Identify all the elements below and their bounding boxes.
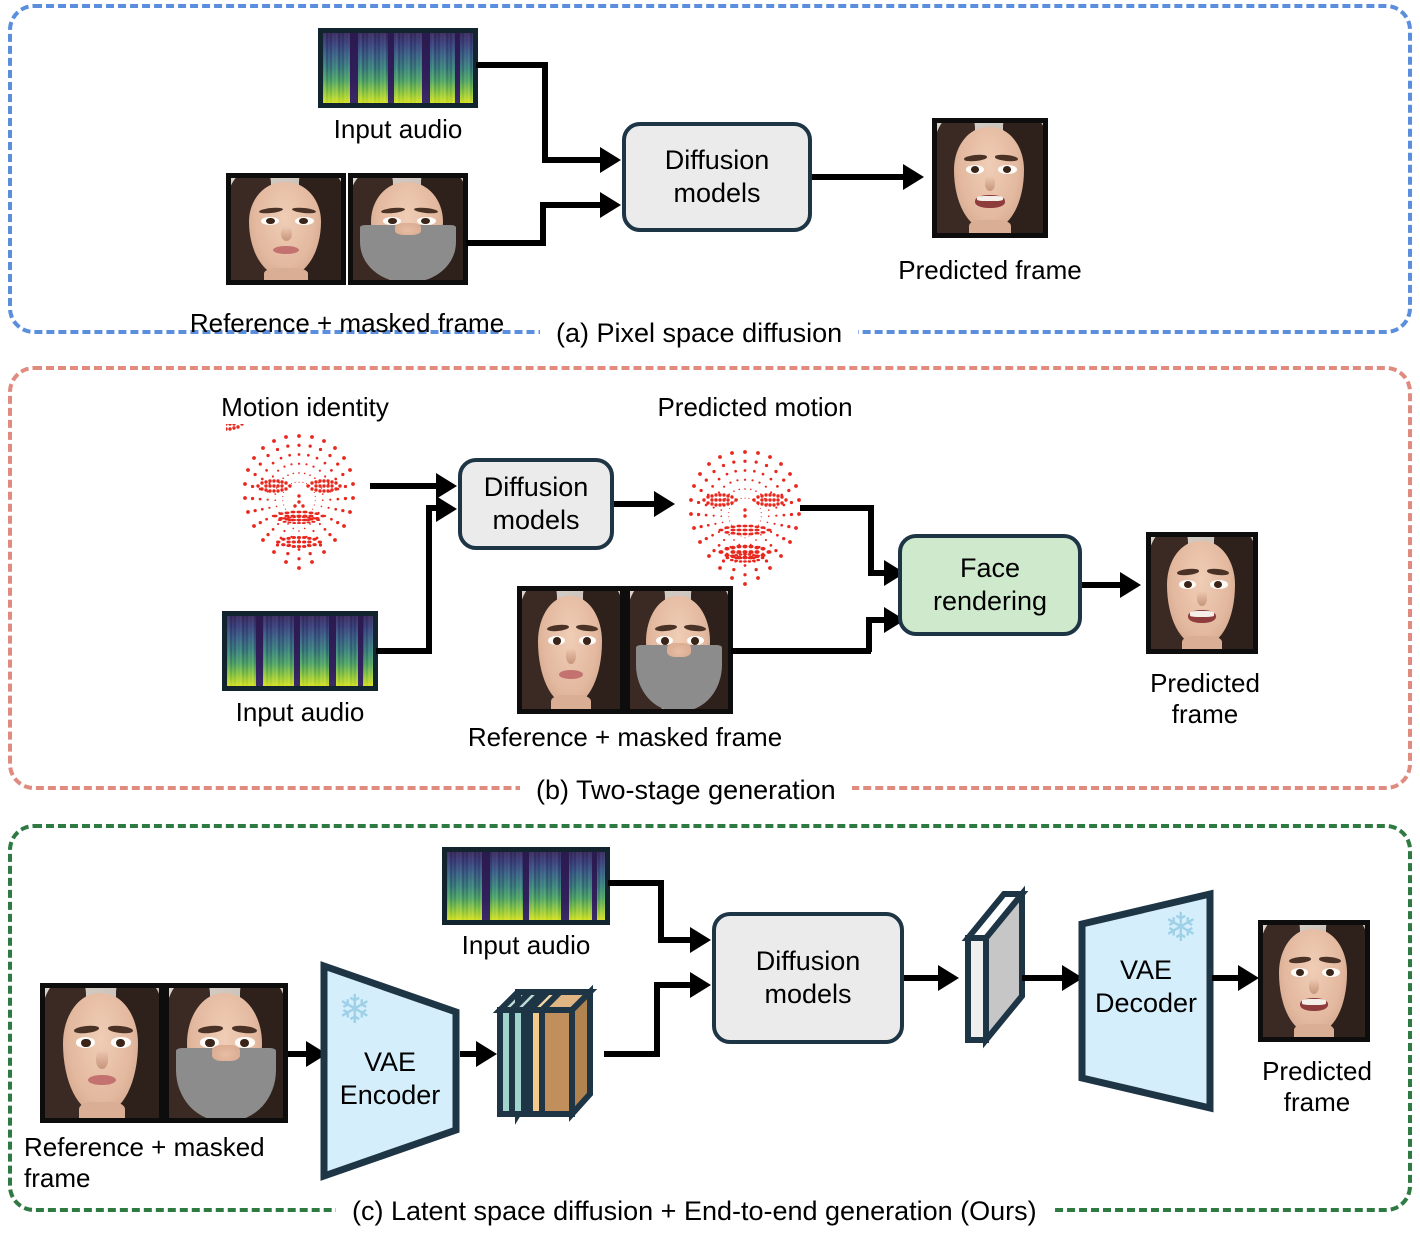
edge-audio-h-b <box>376 648 432 654</box>
predicted-frame-b <box>1146 532 1258 654</box>
predicted-frame-label-a: Predicted frame <box>898 255 1082 285</box>
face-rendering-box-b[interactable]: Face rendering <box>898 534 1082 636</box>
vae-encoder-label-c: VAE Encoder <box>339 1047 441 1110</box>
predicted-latent-slab-c <box>958 885 1058 1049</box>
masked-frame-c <box>164 983 288 1123</box>
predicted-frame-a <box>932 118 1048 238</box>
arrow-audio-to-diffusion-a <box>600 147 621 173</box>
reference-masked-label-b: Reference + masked frame <box>467 722 783 752</box>
edge-audio-v-a <box>542 62 548 160</box>
vae-decoder-c[interactable]: ❄ VAE Decoder <box>1078 889 1214 1113</box>
arrow-render-to-predicted-b <box>1120 572 1141 598</box>
input-audio-spectrogram-b <box>222 611 378 691</box>
diffusion-models-label-c: Diffusion models <box>755 946 861 1009</box>
arrow-frames-to-diffusion-a <box>600 192 621 218</box>
diffusion-models-label-b: Diffusion models <box>483 472 589 535</box>
edge-latent-v-c <box>654 985 660 1054</box>
edge-motion-to-diffusion-b <box>370 483 442 489</box>
diffusion-models-box-a[interactable]: Diffusion models <box>622 122 812 232</box>
input-audio-label-b: Input audio <box>235 697 365 727</box>
arrow-diffusion-to-predicted-a <box>903 164 924 190</box>
reference-masked-label-c: Reference + masked frame <box>24 1132 265 1193</box>
diffusion-models-box-c[interactable]: Diffusion models <box>712 912 904 1044</box>
diffusion-models-box-b[interactable]: Diffusion models <box>458 458 614 550</box>
arrow-audio-to-diffusion-c <box>690 927 711 953</box>
latent-feature-slabs-c <box>486 968 610 1134</box>
vae-decoder-label-c: VAE Decoder <box>1094 955 1198 1018</box>
figure-canvas: Input audio Reference + masked frame Dif… <box>0 0 1420 1240</box>
edge-audio-h2-a <box>542 157 608 163</box>
edge-frames-h-b <box>731 648 871 654</box>
edge-audio-v-b <box>426 508 432 651</box>
edge-motion-out-h-b <box>800 505 874 511</box>
reference-masked-label-a: Reference + masked frame <box>189 308 505 338</box>
vae-encoder-c[interactable]: ❄ VAE Encoder <box>320 961 460 1181</box>
edge-audio-h1-a <box>476 62 548 68</box>
predicted-motion-point-cloud-b <box>672 440 818 600</box>
edge-render-out-b <box>1082 582 1124 588</box>
edge-diffusion-out-b <box>614 501 658 507</box>
reference-frame-a <box>226 173 346 285</box>
input-audio-spectrogram-c <box>442 847 610 925</box>
arrow-latent-to-diffusion-c <box>690 972 711 998</box>
arrow-diffusion-to-latent-c <box>938 965 959 991</box>
masked-frame-a <box>348 173 468 285</box>
panel-caption-b: (b) Two-stage generation <box>520 775 852 805</box>
edge-latent-h-c <box>604 1051 660 1057</box>
masked-frame-b <box>625 586 733 714</box>
edge-frames-v-a <box>540 205 546 246</box>
snowflake-icon-encoder-c: ❄ <box>338 988 372 1032</box>
predicted-frame-label-b: Predicted frame <box>1150 668 1260 729</box>
predicted-frame-c <box>1258 920 1370 1042</box>
input-audio-label-a: Input audio <box>333 114 463 144</box>
snowflake-icon-decoder-c: ❄ <box>1164 906 1198 950</box>
panel-caption-a: (a) Pixel space diffusion <box>540 318 859 348</box>
predicted-frame-label-c: Predicted frame <box>1262 1056 1372 1117</box>
edge-frames-h2-a <box>540 202 608 208</box>
motion-identity-label-b: Motion identity <box>221 392 389 422</box>
input-audio-spectrogram-a <box>318 28 478 108</box>
edge-audio-v-c <box>658 880 664 943</box>
edge-frames-h1-a <box>466 240 546 246</box>
motion-identity-point-cloud-b <box>226 424 372 584</box>
edge-diffusion-out-a <box>812 174 908 180</box>
face-rendering-label-b: Face rendering <box>932 553 1048 616</box>
edge-frames-v-b <box>866 620 872 652</box>
diffusion-models-label-a: Diffusion models <box>664 145 770 208</box>
edge-motion-out-v-b <box>868 505 874 573</box>
arrow-audio-to-diffusion-b <box>436 496 457 522</box>
edge-audio-h-c <box>608 880 664 886</box>
input-audio-label-c: Input audio <box>461 930 591 960</box>
panel-caption-c: (c) Latent space diffusion + End-to-end … <box>336 1196 1053 1226</box>
reference-frame-b <box>517 586 625 714</box>
arrow-decoder-to-predicted-c <box>1238 965 1259 991</box>
reference-frame-c <box>40 983 164 1123</box>
predicted-motion-label-b: Predicted motion <box>657 392 853 422</box>
